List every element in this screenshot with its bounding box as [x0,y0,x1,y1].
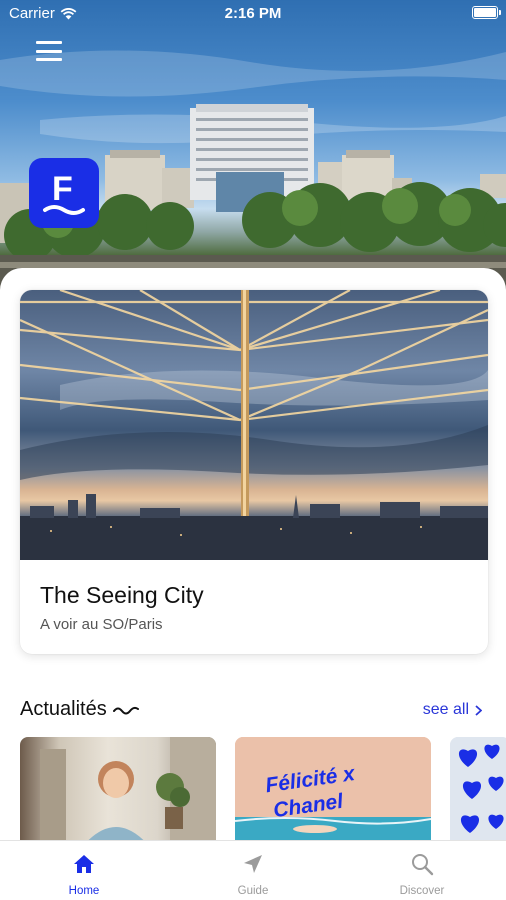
tab-discover[interactable]: Discover [362,841,482,900]
news-section-title: Actualités [20,698,139,721]
search-icon [412,854,434,876]
tab-guide-label: Guide [237,885,269,897]
logo-letter: F [52,170,73,208]
battery-icon [472,6,501,19]
see-all-link[interactable]: see all [423,701,482,719]
tab-home[interactable]: Home [24,841,144,900]
tab-guide[interactable]: Guide [193,841,313,900]
home-icon [74,855,94,873]
hero-photo [0,50,506,290]
app-logo-mark: F [43,170,85,215]
wave-icon [112,706,139,714]
status-bar: Carrier 2:16 PM [0,0,506,28]
featured-subtitle: A voir au SO/Paris [40,616,163,633]
menu-button[interactable] [34,38,64,64]
news-section-header: Actualités see all [20,698,486,722]
featured-title: The Seeing City [40,582,204,608]
hero-banner: Carrier 2:16 PM F [0,0,506,290]
news-card[interactable] [450,737,506,840]
news-carousel[interactable]: Félicité x Chanel [20,737,506,840]
featured-card[interactable]: The Seeing City A voir au SO/Paris [20,290,488,654]
see-all-label: see all [422,701,469,718]
news-card[interactable] [20,737,216,840]
tab-discover-label: Discover [399,885,445,897]
status-time: 2:16 PM [224,5,282,22]
navigation-arrow-icon [244,855,262,873]
chevron-right-icon [475,704,482,716]
hamburger-menu-icon [36,41,62,44]
tab-home-label: Home [68,885,100,897]
tab-bar: Home Guide Discover [0,840,506,900]
news-card[interactable]: Félicité x Chanel [235,737,431,840]
featured-image [20,290,488,560]
app-logo: F [29,158,99,228]
news-title-text: Actualités [20,698,107,720]
